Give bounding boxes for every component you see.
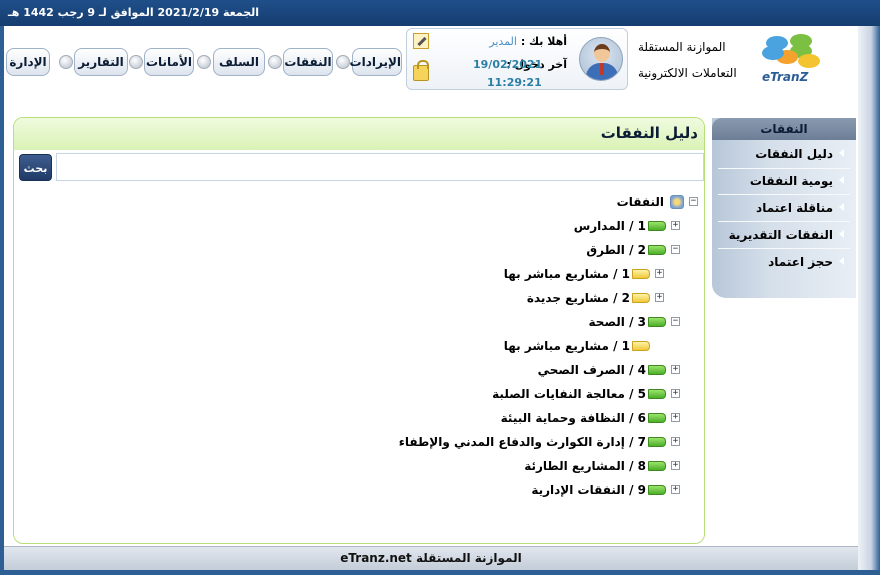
tree-node-label[interactable]: النفقات	[617, 195, 664, 209]
tree-node-label[interactable]: 4 / الصرف الصحي	[538, 363, 646, 377]
tree-collapse-icon[interactable]: −	[689, 197, 698, 206]
expense-guide-panel: دليل النفقات بحث − النفقات +1 / المدارس − 2 …	[13, 117, 705, 544]
lock-icon[interactable]	[413, 60, 429, 81]
last-login-date: 19/02/2021	[473, 58, 543, 71]
folder-green-icon	[648, 461, 666, 471]
tree-expand-icon[interactable]: +	[671, 389, 680, 398]
frame-right	[858, 26, 880, 575]
folder-green-icon	[648, 389, 666, 399]
last-login-time: 11:29:21	[487, 76, 542, 89]
tree-expand-icon[interactable]: +	[671, 221, 680, 230]
nav-button-expenses[interactable]: النفقات	[283, 48, 333, 76]
arrow-left-icon	[839, 230, 844, 238]
tree-expand-icon[interactable]: +	[671, 461, 680, 470]
tree-expand-icon[interactable]: +	[671, 413, 680, 422]
tree-expand-icon[interactable]: +	[671, 365, 680, 374]
edit-pencil-icon[interactable]	[413, 33, 429, 49]
folder-green-icon	[648, 413, 666, 423]
nav-button-deposits[interactable]: الأمانات	[144, 48, 194, 76]
folder-green-icon	[648, 221, 666, 231]
sidebar-item-expense-guide[interactable]: دليل النفقات	[755, 147, 844, 161]
folder-green-icon	[648, 317, 666, 327]
tree-root-icon	[670, 195, 684, 209]
arrow-left-icon	[839, 176, 844, 184]
header: الإدارة التقارير الأمانات السلف النفقات …	[4, 26, 858, 118]
arrow-left-icon	[839, 257, 844, 265]
tree-collapse-icon[interactable]: −	[671, 317, 680, 326]
nav-separator-dot	[197, 55, 211, 69]
tree-node-label[interactable]: 1 / المدارس	[574, 219, 646, 233]
tree-expand-icon[interactable]: +	[655, 293, 664, 302]
app-title-line1: الموازنة المستقلة	[638, 40, 726, 54]
sidebar-header: النفقات	[712, 118, 856, 140]
footer-text: الموازنة المستقلة eTranz.net	[340, 551, 522, 565]
logo-text: eTranZ	[762, 70, 809, 84]
sidebar: النفقات دليل النفقات يومية النفقات مناقل…	[712, 118, 856, 298]
panel-header: دليل النفقات	[14, 118, 704, 150]
tree-node-label[interactable]: 2 / مشاريع جديدة	[527, 291, 630, 305]
tree-node-label[interactable]: 5 / معالجة النفايات الصلبة	[492, 387, 646, 401]
user-info-box: أهلا بك : المدير آخر دخول : 19/02/2021 1…	[406, 28, 628, 90]
folder-green-icon	[648, 485, 666, 495]
hijri-date: الجمعة 2021/2/19 الموافق لـ 9 رجب 1442 ه…	[8, 6, 260, 19]
sidebar-item-estimated-expenses[interactable]: النفقات التقديرية	[729, 228, 844, 242]
top-bar: الجمعة 2021/2/19 الموافق لـ 9 رجب 1442 ه…	[0, 0, 880, 26]
nav-separator-dot	[129, 55, 143, 69]
arrow-left-icon	[839, 203, 844, 211]
tree-expand-icon[interactable]: +	[671, 437, 680, 446]
tree-node-label[interactable]: 1 / مشاريع مباشر بها	[504, 267, 630, 281]
nav-button-advances[interactable]: السلف	[213, 48, 265, 76]
arrow-left-icon	[839, 149, 844, 157]
folder-yellow-icon	[632, 341, 650, 351]
nav-button-revenues[interactable]: الإيرادات	[350, 48, 402, 76]
tree-node-label[interactable]: 9 / النفقات الإدارية	[531, 483, 646, 497]
user-name: المدير	[489, 35, 517, 48]
nav-separator-dot	[59, 55, 73, 69]
welcome-label: أهلا بك :	[520, 35, 567, 48]
sidebar-item-credit-reservation[interactable]: حجز اعتماد	[768, 255, 844, 269]
user-avatar-icon	[579, 37, 623, 81]
folder-green-icon	[648, 245, 666, 255]
panel-title: دليل النفقات	[600, 124, 698, 142]
tree-node-label[interactable]: 7 / إدارة الكوارث والدفاع المدني والإطفا…	[399, 435, 646, 449]
sidebar-item-expense-journal[interactable]: يومية النفقات	[750, 174, 844, 188]
folder-yellow-icon	[632, 293, 650, 303]
frame-bottom	[0, 570, 880, 575]
nav-separator-dot	[336, 55, 350, 69]
tree-node-label[interactable]: 3 / الصحة	[589, 315, 646, 329]
search-input[interactable]	[56, 153, 704, 181]
app-title-line2: التعاملات الالكترونية	[638, 66, 737, 80]
tree-node-label[interactable]: 1 / مشاريع مباشر بها	[504, 339, 630, 353]
tree-collapse-icon[interactable]: −	[671, 245, 680, 254]
nav-button-admin[interactable]: الإدارة	[6, 48, 50, 76]
tree-node-label[interactable]: 8 / المشاريع الطارئة	[524, 459, 646, 473]
welcome-text: أهلا بك : المدير	[489, 35, 567, 48]
folder-green-icon	[648, 437, 666, 447]
sidebar-item-credit-transfer[interactable]: مناقلة اعتماد	[756, 201, 844, 215]
footer: الموازنة المستقلة eTranz.net	[4, 546, 858, 570]
tree-node-label[interactable]: 2 / الطرق	[586, 243, 646, 257]
tree-expand-icon[interactable]: +	[671, 485, 680, 494]
nav-button-reports[interactable]: التقارير	[74, 48, 128, 76]
search-button[interactable]: بحث	[19, 154, 52, 181]
folder-green-icon	[648, 365, 666, 375]
folder-yellow-icon	[632, 269, 650, 279]
tree-expand-icon[interactable]: +	[655, 269, 664, 278]
nav-separator-dot	[268, 55, 282, 69]
tree-node-label[interactable]: 6 / النظافة وحماية البيئة	[501, 411, 646, 425]
